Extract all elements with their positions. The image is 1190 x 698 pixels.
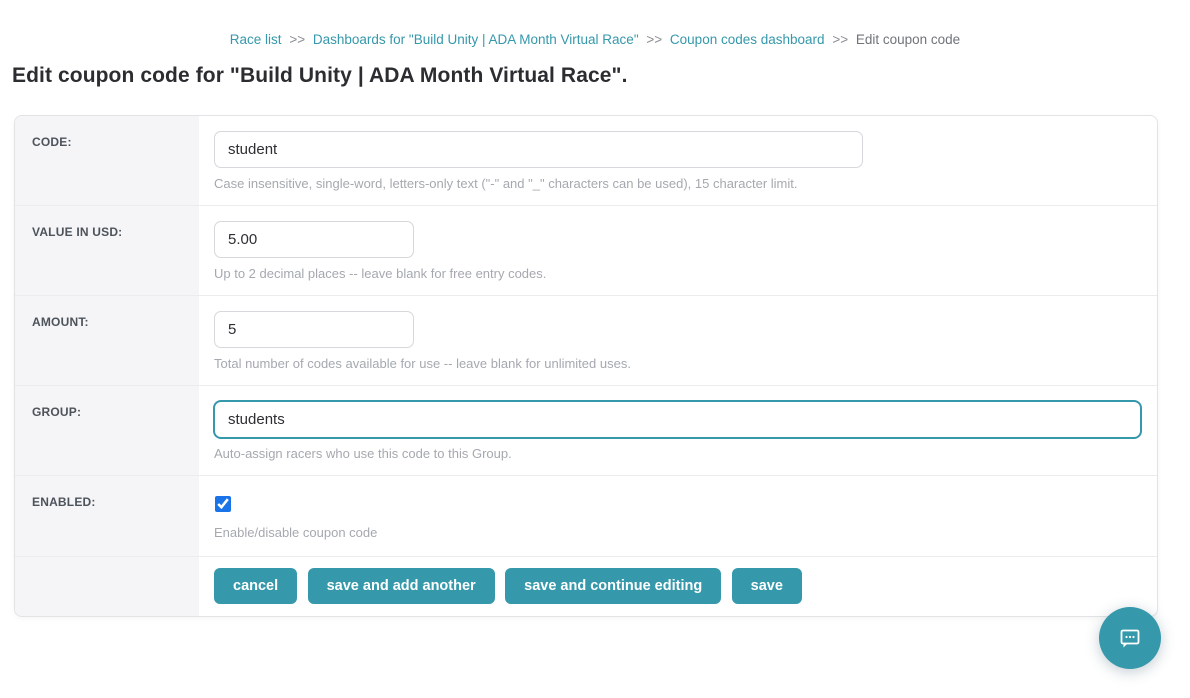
save-button[interactable]: save [732, 568, 802, 604]
form-row-code: CODE: Case insensitive, single-word, let… [15, 116, 1157, 206]
chat-widget-button[interactable] [1099, 607, 1161, 669]
form-row-value-in-usd: VALUE IN USD: Up to 2 decimal places -- … [15, 206, 1157, 296]
amount-help-text: Total number of codes available for use … [214, 356, 1141, 371]
coupon-edit-form: CODE: Case insensitive, single-word, let… [14, 115, 1158, 617]
breadcrumb-coupon-codes-dashboard[interactable]: Coupon codes dashboard [670, 32, 825, 47]
form-row-amount: AMOUNT: Total number of codes available … [15, 296, 1157, 386]
breadcrumb-separator: >> [289, 32, 305, 47]
value-in-usd-help-text: Up to 2 decimal places -- leave blank fo… [214, 266, 1141, 281]
form-row-buttons: cancel save and add another save and con… [15, 557, 1157, 616]
amount-label: AMOUNT: [15, 296, 199, 385]
group-help-text: Auto-assign racers who use this code to … [214, 446, 1141, 461]
save-and-add-another-button[interactable]: save and add another [308, 568, 495, 604]
breadcrumb: Race list >> Dashboards for "Build Unity… [0, 32, 1190, 47]
enabled-label: ENABLED: [15, 476, 199, 556]
breadcrumb-current-page: Edit coupon code [856, 32, 960, 47]
value-in-usd-label: VALUE IN USD: [15, 206, 199, 295]
amount-input[interactable] [214, 311, 414, 348]
save-and-continue-editing-button[interactable]: save and continue editing [505, 568, 721, 604]
buttons-row-spacer [15, 557, 199, 616]
breadcrumb-separator: >> [646, 32, 662, 47]
enabled-checkbox[interactable] [215, 496, 231, 512]
form-row-group: GROUP: Auto-assign racers who use this c… [15, 386, 1157, 476]
group-input[interactable] [214, 401, 1141, 438]
code-help-text: Case insensitive, single-word, letters-o… [214, 176, 1141, 191]
group-label: GROUP: [15, 386, 199, 475]
breadcrumb-race-list[interactable]: Race list [230, 32, 282, 47]
breadcrumb-separator: >> [832, 32, 848, 47]
cancel-button[interactable]: cancel [214, 568, 297, 604]
form-row-enabled: ENABLED: Enable/disable coupon code [15, 476, 1157, 557]
chat-bubble-icon [1116, 624, 1144, 652]
enabled-help-text: Enable/disable coupon code [214, 525, 1141, 540]
code-input[interactable] [214, 131, 863, 168]
breadcrumb-dashboards[interactable]: Dashboards for "Build Unity | ADA Month … [313, 32, 639, 47]
value-in-usd-input[interactable] [214, 221, 414, 258]
page-title: Edit coupon code for "Build Unity | ADA … [12, 64, 1178, 88]
code-label: CODE: [15, 116, 199, 205]
